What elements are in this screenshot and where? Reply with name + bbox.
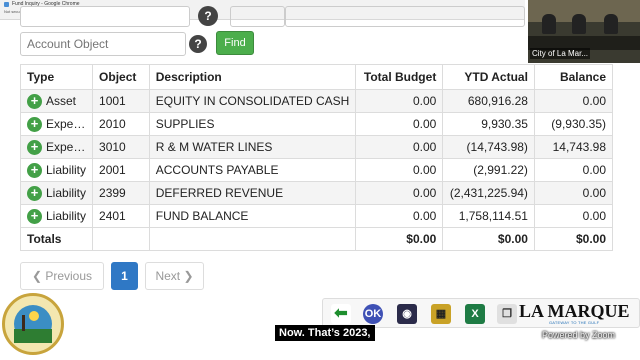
totals-ytd-actual: $0.00 <box>442 227 535 251</box>
row-type: Liability <box>46 209 87 223</box>
help-icon[interactable]: ? <box>189 35 207 53</box>
find-button[interactable]: Find <box>216 31 254 55</box>
row-description: R & M WATER LINES <box>148 135 357 159</box>
row-object: 2401 <box>92 204 150 228</box>
row-type: Asset <box>46 94 77 108</box>
expand-row-plus-icon[interactable]: + <box>27 208 42 224</box>
row-ytd-actual: (2,431,225.94) <box>442 181 535 205</box>
zoom-watermark: Powered by Zoom <box>542 330 616 340</box>
row-object: 1001 <box>92 89 150 113</box>
row-ytd-actual: (14,743.98) <box>442 135 535 159</box>
seal-sun-icon <box>29 311 39 321</box>
row-object: 2001 <box>92 158 150 182</box>
bottom-toolbar: ⬅ OK ◉ ▦ X ❐ LA MARQUE GATEWAY TO THE GU… <box>322 298 640 328</box>
expand-row-plus-icon[interactable]: + <box>27 116 42 132</box>
expand-row-plus-icon[interactable]: + <box>27 185 42 201</box>
back-arrow-icon[interactable]: ⬅ <box>331 304 351 324</box>
next-page-button[interactable]: Next ❯ <box>145 262 204 290</box>
camera-icon[interactable]: ◉ <box>397 304 417 324</box>
seal-land-shape <box>14 329 52 343</box>
filter-help-icon[interactable]: ? <box>198 6 218 26</box>
display-select[interactable] <box>20 6 190 27</box>
row-balance: 0.00 <box>533 204 614 228</box>
current-page-button[interactable]: 1 <box>111 262 138 290</box>
expand-row-plus-icon[interactable]: + <box>27 93 42 109</box>
table-row: + Asset 1001 EQUITY IN CONSOLIDATED CASH … <box>19 89 614 113</box>
totals-row: Totals $0.00 $0.00 $0.00 <box>19 227 614 251</box>
row-total-budget: 0.00 <box>355 112 444 136</box>
totals-empty-cell <box>92 227 150 251</box>
previous-page-button[interactable]: ❮ Previous <box>20 262 104 290</box>
expand-row-plus-icon[interactable]: + <box>27 139 42 155</box>
row-total-budget: 0.00 <box>355 135 444 159</box>
account-object-input[interactable] <box>20 32 186 56</box>
participant-figure <box>542 14 556 34</box>
copy-icon[interactable]: ❐ <box>497 304 517 324</box>
row-total-budget: 0.00 <box>355 158 444 182</box>
row-type: Expe… <box>46 140 86 154</box>
row-description: FUND BALANCE <box>148 204 357 228</box>
row-total-budget: 0.00 <box>355 204 444 228</box>
partially-hidden-filter-row: ? <box>20 6 525 30</box>
row-object: 2010 <box>92 112 150 136</box>
row-balance: 0.00 <box>533 89 614 113</box>
ok-icon[interactable]: OK <box>363 304 383 324</box>
row-total-budget: 0.00 <box>355 181 444 205</box>
row-object: 2399 <box>92 181 150 205</box>
participant-figure <box>604 14 618 34</box>
row-type: Liability <box>46 186 87 200</box>
row-description: DEFERRED REVENUE <box>148 181 357 205</box>
column-header-description[interactable]: Description <box>148 64 357 90</box>
excel-icon[interactable]: X <box>465 304 485 324</box>
seal-emblem <box>14 305 52 343</box>
row-description: EQUITY IN CONSOLIDATED CASH <box>148 89 357 113</box>
fund-ledger-table: Type Object Description Total Budget YTD… <box>19 64 614 251</box>
row-balance: 0.00 <box>533 158 614 182</box>
row-balance: 14,743.98 <box>533 135 614 159</box>
column-header-ytd-actual[interactable]: YTD Actual <box>442 64 535 90</box>
la-marque-tagline: GATEWAY TO THE GULF <box>549 320 600 325</box>
totals-empty-cell <box>148 227 357 251</box>
table-row: + Liability 2001 ACCOUNTS PAYABLE 0.00 (2… <box>19 158 614 182</box>
fund-inquiry-page: Fund Inquiry - Google Chrome Not secure … <box>0 0 640 360</box>
expand-row-plus-icon[interactable]: + <box>27 162 42 178</box>
table-row: + Liability 2399 DEFERRED REVENUE 0.00 (2… <box>19 181 614 205</box>
participant-name-label: City of La Mar... <box>530 48 591 59</box>
totals-total-budget: $0.00 <box>355 227 444 251</box>
row-type: Expe… <box>46 117 86 131</box>
column-header-total-budget[interactable]: Total Budget <box>355 64 444 90</box>
column-header-balance[interactable]: Balance <box>533 64 614 90</box>
city-seal-logo <box>2 293 64 355</box>
video-participant-tile[interactable]: City of La Mar... <box>528 0 640 63</box>
participant-figure <box>572 14 586 34</box>
totals-label: Totals <box>19 227 94 251</box>
row-description: SUPPLIES <box>148 112 357 136</box>
table-row: + Liability 2401 FUND BALANCE 0.00 1,758,… <box>19 204 614 228</box>
row-ytd-actual: 1,758,114.51 <box>442 204 535 228</box>
row-ytd-actual: (2,991.22) <box>442 158 535 182</box>
table-header-row: Type Object Description Total Budget YTD… <box>19 64 614 90</box>
row-ytd-actual: 9,930.35 <box>442 112 535 136</box>
row-object: 3010 <box>92 135 150 159</box>
column-header-type[interactable]: Type <box>19 64 94 90</box>
row-type: Liability <box>46 163 87 177</box>
live-caption: Now. That’s 2023, <box>275 325 375 341</box>
filter-label-field[interactable] <box>230 6 285 27</box>
seal-palm-tree-icon <box>22 315 25 331</box>
table-row: + Expe… 3010 R & M WATER LINES 0.00 (14,7… <box>19 135 614 159</box>
row-ytd-actual: 680,916.28 <box>442 89 535 113</box>
page-favicon-icon <box>4 1 9 7</box>
row-balance: 0.00 <box>533 181 614 205</box>
account-type-field[interactable] <box>285 6 525 27</box>
table-row: + Expe… 2010 SUPPLIES 0.00 9,930.35 (9,93… <box>19 112 614 136</box>
row-description: ACCOUNTS PAYABLE <box>148 158 357 182</box>
column-header-object[interactable]: Object <box>92 64 150 90</box>
totals-balance: $0.00 <box>533 227 614 251</box>
row-balance: (9,930.35) <box>533 112 614 136</box>
calculator-icon[interactable]: ▦ <box>431 304 451 324</box>
row-total-budget: 0.00 <box>355 89 444 113</box>
